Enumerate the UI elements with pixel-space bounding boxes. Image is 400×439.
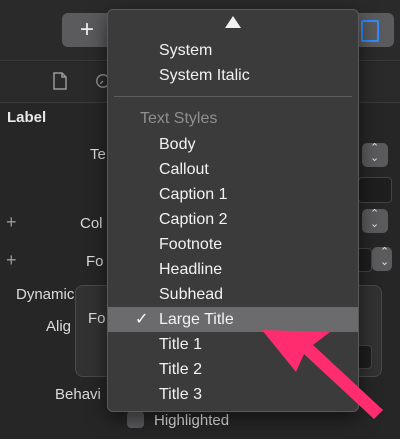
highlighted-checkbox[interactable] xyxy=(127,411,144,428)
menu-item-caption-1[interactable]: Caption 1 xyxy=(108,182,358,207)
text-stepper[interactable] xyxy=(362,141,388,167)
menu-item-caption-2[interactable]: Caption 2 xyxy=(108,207,358,232)
section-title: Label xyxy=(7,109,47,126)
menu-item-system[interactable]: System xyxy=(108,38,358,63)
add-color-plus[interactable]: + xyxy=(6,212,17,233)
plus-icon: + xyxy=(80,16,95,43)
menu-separator xyxy=(114,96,352,97)
library-icon xyxy=(361,20,379,42)
font-style-menu: System System Italic Text Styles Body Ca… xyxy=(107,9,359,412)
color-stepper[interactable] xyxy=(362,207,388,233)
checkmark-icon: ✓ xyxy=(135,311,149,328)
file-icon[interactable] xyxy=(52,72,68,90)
menu-item-title-1[interactable]: Title 1 xyxy=(108,332,358,357)
menu-item-title-3[interactable]: Title 3 xyxy=(108,382,358,407)
add-font-plus[interactable]: + xyxy=(6,250,17,271)
menu-section-header: Text Styles xyxy=(140,110,218,127)
color-row-label: Col xyxy=(80,215,103,232)
behavior-label: Behavi xyxy=(55,386,101,403)
font-row-label: Fo xyxy=(86,253,104,270)
text-field[interactable] xyxy=(358,177,392,203)
font-stepper[interactable] xyxy=(372,245,392,271)
popover-font-label: Fo xyxy=(88,310,106,327)
text-row-label: Te xyxy=(90,146,106,163)
menu-item-large-title[interactable]: ✓ Large Title xyxy=(108,307,358,332)
menu-item-headline[interactable]: Headline xyxy=(108,257,358,282)
menu-scroll-up-arrow[interactable] xyxy=(225,16,241,28)
menu-item-callout[interactable]: Callout xyxy=(108,157,358,182)
menu-item-footnote[interactable]: Footnote xyxy=(108,232,358,257)
menu-item-title-2[interactable]: Title 2 xyxy=(108,357,358,382)
menu-item-system-italic[interactable]: System Italic xyxy=(108,63,358,88)
menu-item-subhead[interactable]: Subhead xyxy=(108,282,358,307)
menu-item-body[interactable]: Body xyxy=(108,132,358,157)
alignment-label: Alig xyxy=(46,318,72,335)
highlighted-label: Highlighted xyxy=(154,412,230,429)
